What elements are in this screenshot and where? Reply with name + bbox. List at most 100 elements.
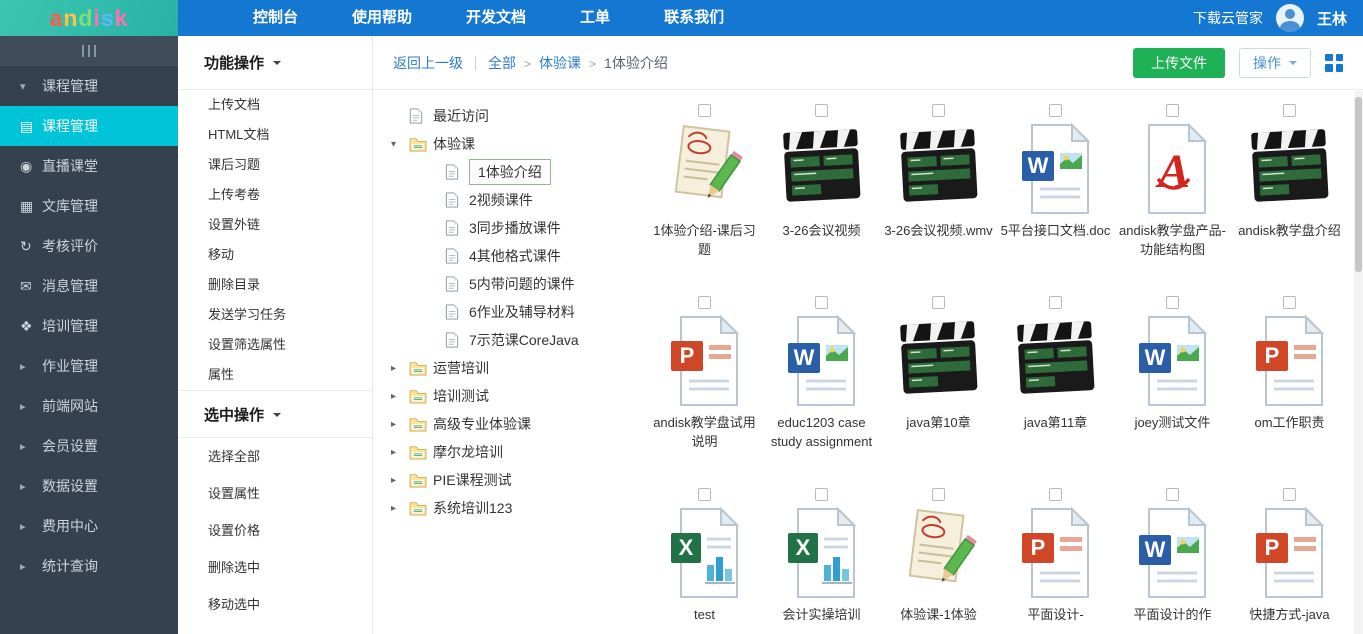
file-checkbox[interactable]: [698, 296, 711, 309]
file-checkbox[interactable]: [815, 104, 828, 117]
top-menu-item[interactable]: 联系我们: [637, 0, 751, 36]
file-card[interactable]: W 平面设计的作: [1114, 480, 1231, 634]
sidebar-collapse-handle[interactable]: [0, 36, 178, 66]
tree-node[interactable]: 7示范课CoreJava: [391, 326, 631, 354]
function-op-item[interactable]: 删除目录: [178, 270, 372, 300]
file-checkbox[interactable]: [932, 296, 945, 309]
sidebar-item[interactable]: ▤ 课程管理: [0, 106, 178, 146]
sidebar-item[interactable]: ▸ 统计查询: [0, 546, 178, 586]
scrollbar-thumb[interactable]: [1355, 97, 1362, 272]
sidebar-item[interactable]: ↻ 考核评价: [0, 226, 178, 266]
action-dropdown[interactable]: 操作: [1239, 48, 1311, 78]
file-checkbox[interactable]: [932, 488, 945, 501]
file-checkbox[interactable]: [1283, 104, 1296, 117]
tree-node[interactable]: ▸ 系统培训123: [391, 494, 631, 522]
tree-node[interactable]: 1体验介绍: [391, 158, 631, 186]
selection-op-item[interactable]: 设置价格: [178, 512, 372, 549]
file-card[interactable]: java第10章: [880, 288, 997, 474]
tree-node[interactable]: ▸ 摩尔龙培训: [391, 438, 631, 466]
sidebar-item[interactable]: ❖ 培训管理: [0, 306, 178, 346]
file-checkbox[interactable]: [698, 488, 711, 501]
file-card[interactable]: W 5平台接口文档.doc: [997, 96, 1114, 282]
function-op-item[interactable]: 设置筛选属性: [178, 330, 372, 360]
selection-op-item[interactable]: 删除选中: [178, 549, 372, 586]
file-card[interactable]: P 快捷方式-java: [1231, 480, 1348, 634]
function-ops-header[interactable]: 功能操作: [178, 36, 372, 90]
function-op-item[interactable]: 设置外链: [178, 210, 372, 240]
tree-node[interactable]: 4其他格式课件: [391, 242, 631, 270]
file-card[interactable]: X 会计实操培训: [763, 480, 880, 634]
sidebar-item[interactable]: ✉ 消息管理: [0, 266, 178, 306]
file-card[interactable]: P om工作职责: [1231, 288, 1348, 474]
file-card[interactable]: P 平面设计-: [997, 480, 1114, 634]
breadcrumb-back-link[interactable]: 返回上一级: [393, 53, 463, 73]
file-checkbox[interactable]: [698, 104, 711, 117]
tree-node[interactable]: 5内带问题的课件: [391, 270, 631, 298]
selection-op-item[interactable]: 选择全部: [178, 438, 372, 475]
top-menu-item[interactable]: 使用帮助: [325, 0, 439, 36]
file-card[interactable]: W joey测试文件: [1114, 288, 1231, 474]
sidebar-item[interactable]: ▦ 文库管理: [0, 186, 178, 226]
function-op-item[interactable]: 课后习题: [178, 150, 372, 180]
file-checkbox[interactable]: [1283, 488, 1296, 501]
file-card[interactable]: A andisk教学盘产品-功能结构图: [1114, 96, 1231, 282]
tree-node[interactable]: 6作业及辅导材料: [391, 298, 631, 326]
top-menu-item[interactable]: 控制台: [226, 0, 325, 36]
sidebar-item[interactable]: ▸ 费用中心: [0, 506, 178, 546]
file-checkbox[interactable]: [932, 104, 945, 117]
function-op-item[interactable]: HTML文档: [178, 120, 372, 150]
sidebar-item[interactable]: ▾ 课程管理: [0, 66, 178, 106]
file-checkbox[interactable]: [815, 296, 828, 309]
file-card[interactable]: 3-26会议视频.wmv: [880, 96, 997, 282]
andisk-logo[interactable]: andisk: [0, 0, 178, 36]
scrollbar[interactable]: [1354, 91, 1363, 634]
tree-node[interactable]: ▾ 体验课: [391, 130, 631, 158]
tree-node[interactable]: 最近访问: [391, 102, 631, 130]
tree-node[interactable]: ▸ 运营培训: [391, 354, 631, 382]
breadcrumb-item[interactable]: >全部: [488, 55, 516, 71]
tree-node[interactable]: ▸ 培训测试: [391, 382, 631, 410]
file-checkbox[interactable]: [815, 488, 828, 501]
function-op-item[interactable]: 上传文档: [178, 90, 372, 120]
file-card[interactable]: W educ1203 case study assignment: [763, 288, 880, 474]
file-checkbox[interactable]: [1166, 296, 1179, 309]
selection-ops-header[interactable]: 选中操作: [178, 390, 372, 438]
sidebar-item[interactable]: ▸ 作业管理: [0, 346, 178, 386]
tree-node[interactable]: 2视频课件: [391, 186, 631, 214]
file-card[interactable]: X test: [646, 480, 763, 634]
breadcrumb-item[interactable]: >体验课: [516, 55, 581, 71]
function-op-item[interactable]: 上传考卷: [178, 180, 372, 210]
function-op-item[interactable]: 属性: [178, 360, 372, 390]
sidebar-item[interactable]: ▸ 会员设置: [0, 426, 178, 466]
file-checkbox[interactable]: [1049, 296, 1062, 309]
file-card[interactable]: 1体验介绍-课后习题: [646, 96, 763, 282]
selection-op-item[interactable]: 设置属性: [178, 475, 372, 512]
file-checkbox[interactable]: [1166, 488, 1179, 501]
download-cloud-link[interactable]: 下载云管家: [1193, 8, 1263, 28]
user-avatar[interactable]: [1276, 4, 1304, 32]
top-menu-item[interactable]: 开发文档: [439, 0, 553, 36]
sidebar-item[interactable]: ▸ 数据设置: [0, 466, 178, 506]
top-menu-item[interactable]: 工单: [553, 0, 637, 36]
selection-op-item[interactable]: 移动选中: [178, 586, 372, 623]
file-card[interactable]: andisk教学盘介绍: [1231, 96, 1348, 282]
file-card[interactable]: 体验课-1体验: [880, 480, 997, 634]
file-checkbox[interactable]: [1049, 104, 1062, 117]
function-op-item[interactable]: 移动: [178, 240, 372, 270]
file-card[interactable]: P andisk教学盘试用说明: [646, 288, 763, 474]
file-checkbox[interactable]: [1049, 488, 1062, 501]
file-checkbox[interactable]: [1166, 104, 1179, 117]
tree-node[interactable]: ▸ PIE课程测试: [391, 466, 631, 494]
sidebar-item[interactable]: ◉ 直播课堂: [0, 146, 178, 186]
tree-node[interactable]: ▸ 高级专业体验课: [391, 410, 631, 438]
file-card[interactable]: java第11章: [997, 288, 1114, 474]
function-op-item[interactable]: 发送学习任务: [178, 300, 372, 330]
upload-file-button[interactable]: 上传文件: [1133, 48, 1225, 78]
file-checkbox[interactable]: [1283, 296, 1296, 309]
sidebar-item[interactable]: ▸ 前端网站: [0, 386, 178, 426]
username[interactable]: 王林: [1317, 8, 1347, 29]
view-toggle-icon[interactable]: [1325, 54, 1343, 72]
breadcrumb-item[interactable]: >1体验介绍: [581, 55, 668, 71]
tree-node[interactable]: 3同步播放课件: [391, 214, 631, 242]
file-card[interactable]: 3-26会议视频: [763, 96, 880, 282]
